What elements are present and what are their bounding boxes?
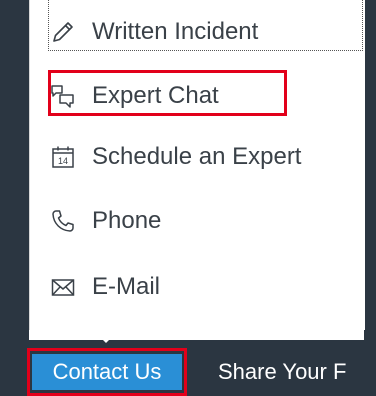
menu-item-email[interactable]: E-Mail — [50, 267, 160, 307]
envelope-icon — [50, 274, 76, 300]
calendar-icon: 14 — [50, 144, 76, 170]
menu-item-schedule-expert[interactable]: 14 Schedule an Expert — [50, 137, 301, 177]
menu-item-phone[interactable]: Phone — [50, 201, 161, 241]
menu-item-expert-chat[interactable]: Expert Chat — [50, 76, 219, 116]
tab-label: Share Your F — [218, 359, 347, 384]
left-dark-edge — [0, 0, 29, 396]
right-dark-edge — [364, 0, 376, 396]
tab-share-your-feedback[interactable]: Share Your F — [218, 354, 370, 390]
contact-options-popup: Written Incident Expert Chat 14 Schedule… — [29, 0, 365, 330]
menu-item-label: E-Mail — [92, 273, 161, 300]
calendar-day: 14 — [58, 156, 68, 166]
menu-item-written-incident[interactable]: Written Incident — [50, 12, 258, 52]
menu-item-label: Expert Chat — [92, 82, 219, 109]
menu-item-label: Phone — [92, 207, 162, 234]
menu-item-label: Schedule an Expert — [92, 143, 302, 170]
menu-item-label: Written Incident — [92, 18, 259, 45]
phone-icon — [50, 208, 76, 234]
tab-label: Contact Us — [52, 359, 162, 384]
pencil-icon — [50, 19, 76, 45]
tab-contact-us[interactable]: Contact Us — [32, 354, 182, 390]
screen: Written Incident Expert Chat 14 Schedule… — [0, 0, 376, 396]
chat-bubbles-icon — [50, 83, 76, 109]
popup-pointer-arrow — [92, 329, 120, 343]
